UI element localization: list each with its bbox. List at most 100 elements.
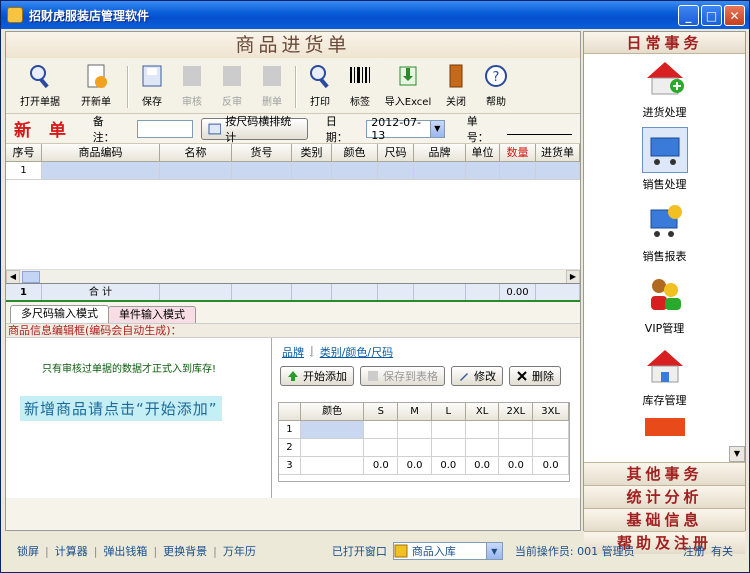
col-header[interactable]: 进货单价 bbox=[536, 144, 580, 176]
col-header[interactable]: 商品编码 bbox=[42, 144, 160, 162]
cash-drawer-link[interactable]: 弹出钱箱 bbox=[103, 543, 147, 559]
label-button[interactable]: 标签 bbox=[340, 61, 380, 111]
col-header[interactable]: 数量 bbox=[500, 144, 536, 162]
cell[interactable] bbox=[499, 421, 534, 439]
save-button[interactable]: 保存 bbox=[132, 61, 172, 111]
sidebar-header-stats[interactable]: 统计分析 bbox=[584, 485, 745, 508]
maximize-button[interactable]: □ bbox=[701, 5, 722, 26]
sidebar-item-vip[interactable]: VIP管理 bbox=[584, 270, 745, 342]
cell[interactable] bbox=[378, 162, 414, 180]
tab-single-item[interactable]: 单件输入模式 bbox=[108, 306, 196, 323]
cell[interactable] bbox=[533, 421, 569, 439]
approve-button[interactable]: 审核 bbox=[172, 61, 212, 111]
new-doc-button[interactable]: 开新单 bbox=[68, 61, 124, 111]
col-header[interactable]: XL bbox=[465, 403, 500, 421]
size-stats-button[interactable]: 按尺码横排统计 bbox=[200, 115, 308, 144]
col-header[interactable]: 颜色 bbox=[300, 403, 365, 421]
cell[interactable] bbox=[500, 162, 536, 180]
col-header[interactable]: S bbox=[364, 403, 399, 421]
cell[interactable] bbox=[300, 421, 365, 439]
cell[interactable] bbox=[398, 439, 432, 457]
cell[interactable]: 0.0 bbox=[431, 457, 466, 475]
tab-multi-size[interactable]: 多尺码输入模式 bbox=[10, 305, 109, 323]
sidebar-item-purchase[interactable]: 进货处理 bbox=[584, 54, 745, 126]
open-doc-button[interactable]: 打开单据 bbox=[12, 61, 68, 111]
cell[interactable] bbox=[431, 439, 466, 457]
col-header[interactable]: 货号 bbox=[232, 144, 292, 162]
cell[interactable]: 0.0 bbox=[465, 457, 500, 475]
brand-link[interactable]: 品牌 bbox=[282, 344, 304, 360]
category-color-size-link[interactable]: 类别/颜色/尺码 bbox=[320, 344, 393, 360]
cell[interactable] bbox=[160, 162, 232, 180]
lock-screen-link[interactable]: 锁屏 bbox=[17, 543, 39, 559]
cell[interactable] bbox=[466, 162, 500, 180]
date-picker[interactable]: 2012-07-13 ▼ bbox=[366, 116, 445, 142]
cell[interactable] bbox=[465, 439, 500, 457]
calendar-link[interactable]: 万年历 bbox=[223, 543, 256, 559]
remark-input[interactable] bbox=[136, 119, 193, 138]
delete-button[interactable]: 删除 bbox=[509, 366, 561, 386]
close-form-button[interactable]: 关闭 bbox=[436, 61, 476, 111]
cell[interactable] bbox=[232, 162, 292, 180]
cell[interactable] bbox=[414, 162, 466, 180]
cell[interactable] bbox=[364, 439, 399, 457]
cell[interactable]: 0.0 bbox=[499, 457, 534, 475]
sidebar-item-sales-report[interactable]: 销售报表 bbox=[584, 198, 745, 270]
register-link[interactable]: 注册 bbox=[683, 543, 705, 559]
sidebar-header-daily[interactable]: 日常事务 bbox=[584, 32, 745, 54]
scroll-right-icon[interactable]: ▶ bbox=[566, 269, 580, 283]
sidebar-header-basic[interactable]: 基础信息 bbox=[584, 508, 745, 531]
grid-hscrollbar[interactable]: ◀ ▶ bbox=[6, 269, 580, 283]
scroll-down-icon[interactable]: ▼ bbox=[729, 446, 745, 462]
minimize-button[interactable]: _ bbox=[678, 5, 699, 26]
cell[interactable]: 0.0 bbox=[533, 457, 569, 475]
modify-button[interactable]: 修改 bbox=[451, 366, 503, 386]
cell[interactable] bbox=[300, 457, 365, 475]
cell[interactable] bbox=[465, 421, 500, 439]
sidebar-header-other[interactable]: 其他事务 bbox=[584, 462, 745, 485]
table-row[interactable]: 3 0.0 0.0 0.0 0.0 0.0 0.0 bbox=[279, 457, 569, 475]
col-header[interactable]: L bbox=[431, 403, 466, 421]
cell[interactable] bbox=[300, 439, 365, 457]
col-header[interactable]: 品牌 bbox=[414, 144, 466, 162]
cell[interactable] bbox=[499, 439, 534, 457]
table-row[interactable]: 1 bbox=[6, 162, 580, 180]
save-to-table-button[interactable]: 保存到表格 bbox=[360, 366, 445, 386]
scroll-left-icon[interactable]: ◀ bbox=[6, 269, 20, 283]
table-row[interactable]: 1 bbox=[279, 421, 569, 439]
col-header[interactable]: 3XL bbox=[533, 403, 569, 421]
col-header[interactable]: 单位 bbox=[466, 144, 500, 162]
scroll-thumb[interactable] bbox=[22, 270, 40, 283]
col-header[interactable]: M bbox=[398, 403, 432, 421]
cell[interactable] bbox=[533, 439, 569, 457]
cell[interactable] bbox=[292, 162, 332, 180]
calculator-link[interactable]: 计算器 bbox=[55, 543, 88, 559]
start-add-button[interactable]: 开始添加 bbox=[280, 366, 354, 386]
col-header[interactable]: 类别 bbox=[292, 144, 332, 162]
cell[interactable] bbox=[398, 421, 432, 439]
unapprove-button[interactable]: 反审 bbox=[212, 61, 252, 111]
cell[interactable] bbox=[42, 162, 160, 180]
opened-windows-select[interactable]: 商品入库 ▼ bbox=[392, 542, 503, 560]
close-button[interactable]: ✕ bbox=[724, 5, 745, 26]
cell[interactable] bbox=[332, 162, 378, 180]
col-header[interactable]: 2XL bbox=[499, 403, 534, 421]
help-button[interactable]: ? 帮助 bbox=[476, 61, 516, 111]
delete-doc-button[interactable]: 删单 bbox=[252, 61, 292, 111]
cell[interactable] bbox=[431, 421, 466, 439]
col-header[interactable]: 序号 bbox=[6, 144, 42, 162]
col-header[interactable]: 尺码 bbox=[378, 144, 414, 162]
cell[interactable] bbox=[536, 162, 580, 180]
cell[interactable]: 0.0 bbox=[364, 457, 399, 475]
sidebar-item-inventory[interactable]: 库存管理 bbox=[584, 342, 745, 414]
cell[interactable]: 0.0 bbox=[398, 457, 432, 475]
import-excel-button[interactable]: 导入Excel bbox=[380, 61, 436, 111]
about-link[interactable]: 有关 bbox=[711, 543, 733, 559]
col-header[interactable]: 名称 bbox=[160, 144, 232, 162]
col-header[interactable]: 颜色 bbox=[332, 144, 378, 162]
table-row[interactable]: 2 bbox=[279, 439, 569, 457]
cell[interactable] bbox=[364, 421, 399, 439]
print-button[interactable]: 打印 bbox=[300, 61, 340, 111]
change-background-link[interactable]: 更换背景 bbox=[163, 543, 207, 559]
sidebar-item-sales[interactable]: 销售处理 bbox=[584, 126, 745, 198]
